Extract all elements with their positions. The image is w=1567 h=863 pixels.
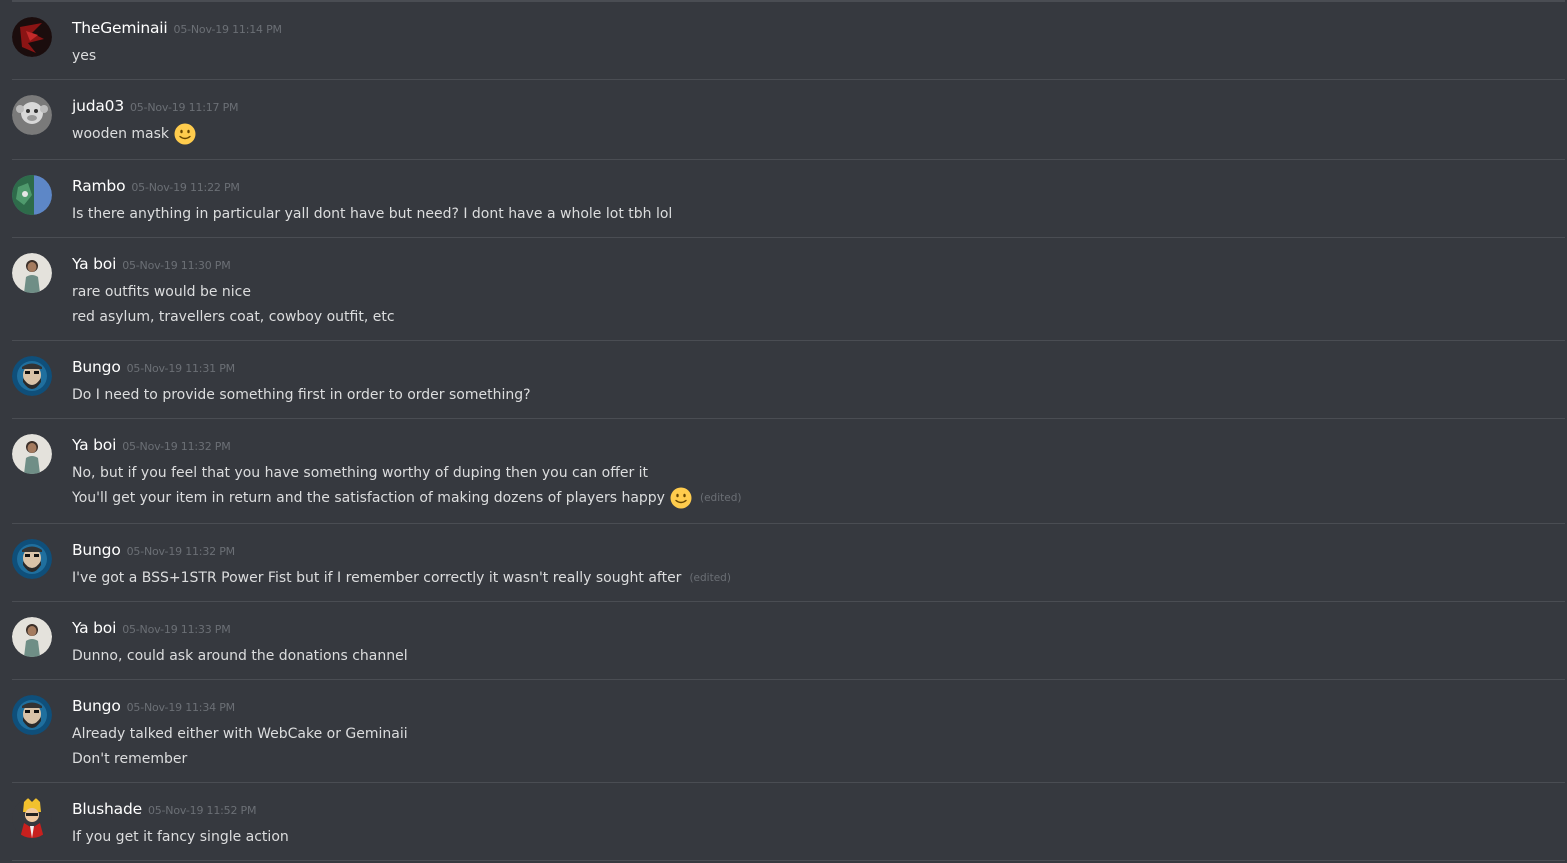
message-group[interactable]: Ya boi 05-Nov-19 11:30 PM rare outfits wou… xyxy=(12,237,1565,340)
message-line: I've got a BSS+1STR Power Fist but if I … xyxy=(72,565,731,590)
person-photo-avatar-icon[interactable] xyxy=(12,617,52,657)
timestamp: 05-Nov-19 11:32 PM xyxy=(126,545,236,558)
message-text: You'll get your item in return and the s… xyxy=(72,489,665,506)
message-text: wooden mask xyxy=(72,125,170,142)
grey-monkey-avatar-icon[interactable] xyxy=(12,95,52,135)
username[interactable]: Bungo xyxy=(72,358,121,376)
message-line: Do I need to provide something first in … xyxy=(72,382,531,407)
message-header: Bungo 05-Nov-19 11:34 PM xyxy=(72,696,235,715)
message-body: If you get it fancy single action xyxy=(72,824,289,849)
timestamp: 05-Nov-19 11:31 PM xyxy=(126,362,236,375)
username[interactable]: Ya boi xyxy=(72,255,116,273)
person-photo-avatar-icon[interactable] xyxy=(12,434,52,474)
message-line: Dunno, could ask around the donations ch… xyxy=(72,643,408,668)
timestamp: 05-Nov-19 11:14 PM xyxy=(173,23,283,36)
message-text: Don't remember xyxy=(72,750,188,767)
message-header: Ya boi 05-Nov-19 11:33 PM xyxy=(72,618,231,637)
message-header: Rambo 05-Nov-19 11:22 PM xyxy=(72,176,240,195)
edited-label: (edited) xyxy=(689,571,731,584)
message-header: Blushade 05-Nov-19 11:52 PM xyxy=(72,799,256,818)
message-body: yes xyxy=(72,43,96,68)
message-body: Is there anything in particular yall don… xyxy=(72,201,672,226)
timestamp: 05-Nov-19 11:17 PM xyxy=(130,101,239,114)
message-text: If you get it fancy single action xyxy=(72,828,289,845)
message-header: TheGeminaii 05-Nov-19 11:14 PM xyxy=(72,18,282,37)
message-header: Ya boi 05-Nov-19 11:30 PM xyxy=(72,254,231,273)
message-text: Dunno, could ask around the donations ch… xyxy=(72,647,408,664)
message-group[interactable]: Rambo 05-Nov-19 11:22 PM Is there anything… xyxy=(12,159,1565,237)
username[interactable]: Blushade xyxy=(72,800,142,818)
blue-bearded-avatar-icon[interactable] xyxy=(12,356,52,396)
timestamp: 05-Nov-19 11:30 PM xyxy=(122,259,231,272)
message-text: yes xyxy=(72,47,97,64)
message-line: rare outfits would be nice xyxy=(72,279,395,304)
username[interactable]: Bungo xyxy=(72,541,121,559)
slight-smile-emoji[interactable] xyxy=(670,487,692,509)
username[interactable]: Rambo xyxy=(72,177,126,195)
message-line: You'll get your item in return and the s… xyxy=(72,485,741,510)
message-group[interactable]: Bungo 05-Nov-19 11:32 PM I've got a BSS+1S… xyxy=(12,523,1565,601)
timestamp: 05-Nov-19 11:22 PM xyxy=(131,181,240,194)
divider xyxy=(12,860,1565,861)
timestamp: 05-Nov-19 11:33 PM xyxy=(122,623,231,636)
message-header: Bungo 05-Nov-19 11:31 PM xyxy=(72,357,235,376)
username[interactable]: TheGeminaii xyxy=(72,19,168,37)
message-line: No, but if you feel that you have someth… xyxy=(72,460,741,485)
slight-smile-emoji[interactable] xyxy=(174,123,196,145)
message-body: Dunno, could ask around the donations ch… xyxy=(72,643,408,668)
message-group[interactable]: Bungo 05-Nov-19 11:34 PM Already talked ei… xyxy=(12,679,1565,782)
blue-bearded-avatar-icon[interactable] xyxy=(12,539,52,579)
message-text: No, but if you feel that you have someth… xyxy=(72,464,649,481)
yellow-hair-character-avatar-icon[interactable] xyxy=(12,798,52,838)
green-blue-avatar-icon[interactable] xyxy=(12,175,52,215)
message-line: Already talked either with WebCake or Ge… xyxy=(72,721,408,746)
message-group[interactable]: Ya boi 05-Nov-19 11:32 PM No, but if you f… xyxy=(12,418,1565,523)
message-line: red asylum, travellers coat, cowboy outf… xyxy=(72,304,395,329)
message-group[interactable]: TheGeminaii 05-Nov-19 11:14 PM yes xyxy=(12,1,1565,79)
message-text: Already talked either with WebCake or Ge… xyxy=(72,725,408,742)
message-line: If you get it fancy single action xyxy=(72,824,289,849)
message-line: wooden mask xyxy=(72,121,196,146)
person-photo-avatar-icon[interactable] xyxy=(12,253,52,293)
blue-bearded-avatar-icon[interactable] xyxy=(12,695,52,735)
message-body: wooden mask xyxy=(72,121,196,146)
message-text: red asylum, travellers coat, cowboy outf… xyxy=(72,308,395,325)
message-line: Is there anything in particular yall don… xyxy=(72,201,672,226)
message-line: Don't remember xyxy=(72,746,408,771)
message-text: rare outfits would be nice xyxy=(72,283,251,300)
message-text: Do I need to provide something first in … xyxy=(72,386,531,403)
chat-message-list: TheGeminaii 05-Nov-19 11:14 PM yes juda03 0… xyxy=(0,0,1567,863)
message-group[interactable]: juda03 05-Nov-19 11:17 PM wooden mask xyxy=(12,79,1565,159)
message-body: I've got a BSS+1STR Power Fist but if I … xyxy=(72,565,731,590)
message-body: rare outfits would be nice red asylum, tr… xyxy=(72,279,395,329)
red-dark-avatar-icon[interactable] xyxy=(12,17,52,57)
message-header: Bungo 05-Nov-19 11:32 PM xyxy=(72,540,235,559)
username[interactable]: Ya boi xyxy=(72,619,116,637)
message-text: I've got a BSS+1STR Power Fist but if I … xyxy=(72,569,682,586)
username[interactable]: Ya boi xyxy=(72,436,116,454)
username[interactable]: Bungo xyxy=(72,697,121,715)
message-body: Do I need to provide something first in … xyxy=(72,382,531,407)
timestamp: 05-Nov-19 11:52 PM xyxy=(147,804,257,817)
message-group[interactable]: Ya boi 05-Nov-19 11:33 PM Dunno, could ask… xyxy=(12,601,1565,679)
message-text: Is there anything in particular yall don… xyxy=(72,205,673,222)
timestamp: 05-Nov-19 11:32 PM xyxy=(122,440,231,453)
message-line: yes xyxy=(72,43,96,68)
message-header: Ya boi 05-Nov-19 11:32 PM xyxy=(72,435,231,454)
edited-label: (edited) xyxy=(699,491,742,504)
message-header: juda03 05-Nov-19 11:17 PM xyxy=(72,96,239,115)
message-body: No, but if you feel that you have someth… xyxy=(72,460,741,510)
message-group[interactable]: Bungo 05-Nov-19 11:31 PM Do I need to prov… xyxy=(12,340,1565,418)
username[interactable]: juda03 xyxy=(72,97,124,115)
message-group[interactable]: Blushade 05-Nov-19 11:52 PM If you get it … xyxy=(12,782,1565,860)
timestamp: 05-Nov-19 11:34 PM xyxy=(126,701,236,714)
message-body: Already talked either with WebCake or Ge… xyxy=(72,721,408,771)
